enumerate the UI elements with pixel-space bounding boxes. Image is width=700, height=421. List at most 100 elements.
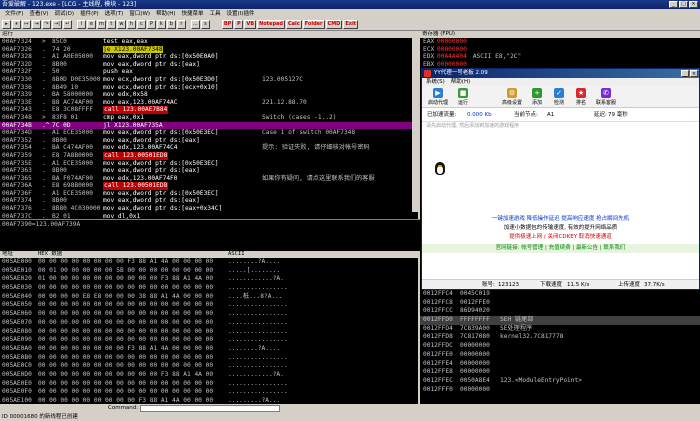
- stack-row[interactable]: 0012FFCC 86D94020: [420, 307, 700, 316]
- dump-row[interactable]: 005AE090 00 00 00 00 00 00 00 00 00 00 00…: [0, 336, 418, 345]
- disasm-row[interactable]: 00AF7324 >85C0 test eax,eax: [0, 38, 418, 46]
- register-row[interactable]: EAX 00000000: [420, 38, 700, 46]
- disasm-row[interactable]: 00AF7376. 8B80 4C030000 mov eax,dword ptr …: [0, 205, 418, 213]
- toolbar-text-button[interactable]: Notepad: [257, 20, 285, 29]
- menu-item[interactable]: 快捷菜单: [179, 9, 207, 19]
- minimize-button[interactable]: _: [669, 1, 678, 8]
- stack-pane[interactable]: 0012FFC4 0045C019 0012FFC8 0012FFE0 0012FFCC…: [420, 290, 700, 404]
- disasm-row[interactable]: 00AF7339. BA 58000000 mov edx,0x58: [0, 91, 418, 99]
- toolbar-button[interactable]: ⏸: [12, 20, 21, 29]
- maximize-button[interactable]: □: [679, 1, 688, 8]
- toolbar-button[interactable]: ⇥: [32, 20, 41, 29]
- dump-row[interactable]: 005AE0E0 00 00 00 00 00 00 00 00 00 00 00…: [0, 380, 418, 389]
- dump-row[interactable]: 005AE0C0 00 00 00 00 00 00 00 00 00 00 00…: [0, 362, 418, 371]
- toolbar-button[interactable]: ↦: [22, 20, 31, 29]
- disasm-row[interactable]: 00AF7374. 8B00 mov eax,dword ptr ds:[eax]: [0, 197, 418, 205]
- toolbar-button[interactable]: r: [176, 20, 186, 29]
- toolbar-button[interactable]: ▸: [2, 20, 11, 29]
- disasm-row[interactable]: 00AF734B .^ 7C 0D jl X123.00AF735A: [0, 121, 418, 130]
- register-row[interactable]: ECX 00000000: [420, 46, 700, 54]
- disasm-row[interactable]: 00AF7328. A1 A0E05000 mov eax,dword ptr ds…: [0, 53, 418, 61]
- menu-item[interactable]: 插件(P): [77, 9, 102, 19]
- promo-link-3[interactable]: 提供极速上网 / 关闭CDKEY 取消快速通道: [422, 233, 699, 242]
- close-button[interactable]: ×: [689, 1, 698, 8]
- dialog-tool-button[interactable]: ■ 运行: [452, 86, 474, 108]
- toolbar-button[interactable]: P: [146, 20, 156, 29]
- toolbar-button[interactable]: e: [86, 20, 96, 29]
- dump-row[interactable]: 005AE0B0 00 00 00 00 00 00 00 00 00 00 00…: [0, 354, 418, 363]
- stack-row[interactable]: 0012FFF0 00000000: [420, 386, 700, 395]
- toolbar-button[interactable]: s: [200, 20, 210, 29]
- dialog-tool-button[interactable]: ✓ 检测: [548, 86, 570, 108]
- dump-row[interactable]: 005AE060 00 00 00 00 00 00 00 00 00 00 00…: [0, 310, 418, 319]
- dialog-tool-button[interactable]: ⚙ 高级设置: [498, 86, 526, 108]
- stack-row[interactable]: 0012FFE4 00000000: [420, 360, 700, 369]
- disasm-row[interactable]: 00AF7354. BA C474AF00 mov edx,123.00AF74C4…: [0, 144, 418, 152]
- disasm-row[interactable]: 00AF732F. 50 push eax: [0, 68, 418, 76]
- disasm-row[interactable]: 00AF7365. BA F074AF00 mov edx,123.00AF74F0…: [0, 175, 418, 183]
- toolbar-text-button[interactable]: VB: [244, 20, 257, 29]
- memory-dump-pane[interactable]: 地址 HEX 数据 ASCII 005AE000 00 00 00 00 00 0…: [0, 251, 420, 404]
- toolbar-text-button[interactable]: CMD: [325, 20, 343, 29]
- disasm-row[interactable]: 00AF7363. 8B00 mov eax,dword ptr ds:[eax]: [0, 167, 418, 175]
- menu-item[interactable]: 选项(T): [102, 9, 127, 19]
- toolbar-text-button[interactable]: Exit: [343, 20, 359, 29]
- toolbar-button[interactable]: h: [126, 20, 136, 29]
- dump-row[interactable]: 005AE000 00 00 00 00 00 00 00 00 F3 88 A1…: [0, 258, 418, 267]
- dump-row[interactable]: 005AE100 00 00 00 00 00 00 00 00 00 F3 88…: [0, 397, 418, 404]
- toolbar-button[interactable]: →|: [52, 20, 62, 29]
- disasm-row[interactable]: 00AF7359. E8 7A8B0000 call 123.00501ED8: [0, 151, 418, 160]
- dialog-menu-help[interactable]: 帮助(H): [451, 78, 470, 86]
- dump-row[interactable]: 005AE050 00 00 00 00 00 00 00 00 00 00 00…: [0, 301, 418, 310]
- toolbar-button[interactable]: w: [116, 20, 126, 29]
- disasm-row[interactable]: 00AF7348 >83F8 01 cmp eax,0x1 Switch (cases…: [0, 114, 418, 122]
- toolbar-button[interactable]: ...: [190, 20, 200, 29]
- stack-row[interactable]: 0012FFDC 00000000: [420, 342, 700, 351]
- stack-row[interactable]: 0012FFD0 FFFFFFFF SEH 链尾部: [420, 316, 700, 325]
- dump-row[interactable]: 005AE010 00 01 00 00 00 00 00 5B 00 00 00…: [0, 267, 418, 276]
- dump-row[interactable]: 005AE020 01 00 00 00 00 00 00 00 00 00 00…: [0, 275, 418, 284]
- disasm-row[interactable]: 00AF732D. 8B00 mov eax,dword ptr ds:[eax]: [0, 61, 418, 69]
- dialog-menu-system[interactable]: 系统(S): [426, 78, 445, 86]
- dump-row[interactable]: 005AE080 00 00 00 00 00 00 00 00 00 00 00…: [0, 328, 418, 337]
- dialog-tool-button[interactable]: + 添加: [526, 86, 548, 108]
- dialog-tool-button[interactable]: ✆ 联系客服: [592, 86, 620, 108]
- dump-row[interactable]: 005AE0F0 00 00 00 00 00 00 00 00 00 00 00…: [0, 388, 418, 397]
- official-links[interactable]: 官网链接: 帐号管理 | 充值续费 | 最新公告 | 联系我们: [422, 244, 699, 253]
- qq-penguin-icon[interactable]: [435, 162, 445, 175]
- stack-row[interactable]: 0012FFEC 0050A8E4 123.<ModuleEntryPoint>: [420, 377, 700, 386]
- menu-item[interactable]: 文件(F): [2, 9, 26, 19]
- stack-row[interactable]: 0012FFE0 00000000: [420, 351, 700, 360]
- stack-row[interactable]: 0012FFD8 7C817080 kernel32.7C817778: [420, 333, 700, 342]
- disassembly-scrollbar[interactable]: [412, 38, 418, 212]
- dialog-tool-button[interactable]: ★ 排名: [570, 86, 592, 108]
- disasm-row[interactable]: 00AF7343. E8 3C08FFFF call 123.00AE7B84: [0, 106, 418, 114]
- dialog-tool-button[interactable]: ▶ 启动代理: [424, 86, 452, 108]
- toolbar-button[interactable]: c: [136, 20, 146, 29]
- menu-item[interactable]: 调试(D): [52, 9, 78, 19]
- stack-row[interactable]: 0012FFE8 00000000: [420, 368, 700, 377]
- toolbar-button[interactable]: ↷: [42, 20, 51, 29]
- disassembly-pane[interactable]: 运行 00AF7324 >85C0 test eax,eax 00AF7326. 74 …: [0, 31, 420, 219]
- menu-item[interactable]: 设置(I)插件: [224, 9, 258, 19]
- register-row[interactable]: EDX 00A4A404 ASCII E8,"2C": [420, 53, 700, 61]
- toolbar-button[interactable]: k: [156, 20, 166, 29]
- toolbar-text-button[interactable]: Calc: [285, 20, 302, 29]
- menu-item[interactable]: 窗口(W): [126, 9, 153, 19]
- dialog-minimize-button[interactable]: _: [681, 70, 689, 77]
- menu-item[interactable]: 查看(V): [26, 9, 51, 19]
- toolbar-button[interactable]: ↵: [62, 20, 72, 29]
- disasm-row[interactable]: 00AF734D. A1 ECE35000 mov eax,dword ptr ds…: [0, 129, 418, 137]
- stack-row[interactable]: 0012FFC4 0045C019: [420, 290, 700, 299]
- promo-link-1[interactable]: 一键加速游戏 降低操作延迟 提高响应速度 抢占瞬间先机: [422, 214, 699, 224]
- dialog-close-button[interactable]: ×: [690, 70, 698, 77]
- menu-item[interactable]: 工具: [207, 9, 224, 19]
- command-input[interactable]: [140, 405, 280, 412]
- disasm-row[interactable]: 00AF736F. A1 ECE35000 mov eax,dword ptr ds…: [0, 190, 418, 198]
- yy-proxy-dialog[interactable]: YY代理一号老板 2.09 _ × 系统(S) 帮助(H) ▶ 启动代理 ■ 运行 ⚙ 高…: [421, 68, 700, 290]
- toolbar-text-button[interactable]: P: [234, 20, 244, 29]
- dump-row[interactable]: 005AE0A0 00 00 00 00 00 00 00 00 F3 88 A1…: [0, 345, 418, 354]
- stack-row[interactable]: 0012FFD4 7C839A00 SE处理程序: [420, 325, 700, 334]
- disasm-row[interactable]: 00AF733E. B8 AC74AF00 mov eax,123.00AF74AC…: [0, 99, 418, 107]
- toolbar-button[interactable]: b: [166, 20, 176, 29]
